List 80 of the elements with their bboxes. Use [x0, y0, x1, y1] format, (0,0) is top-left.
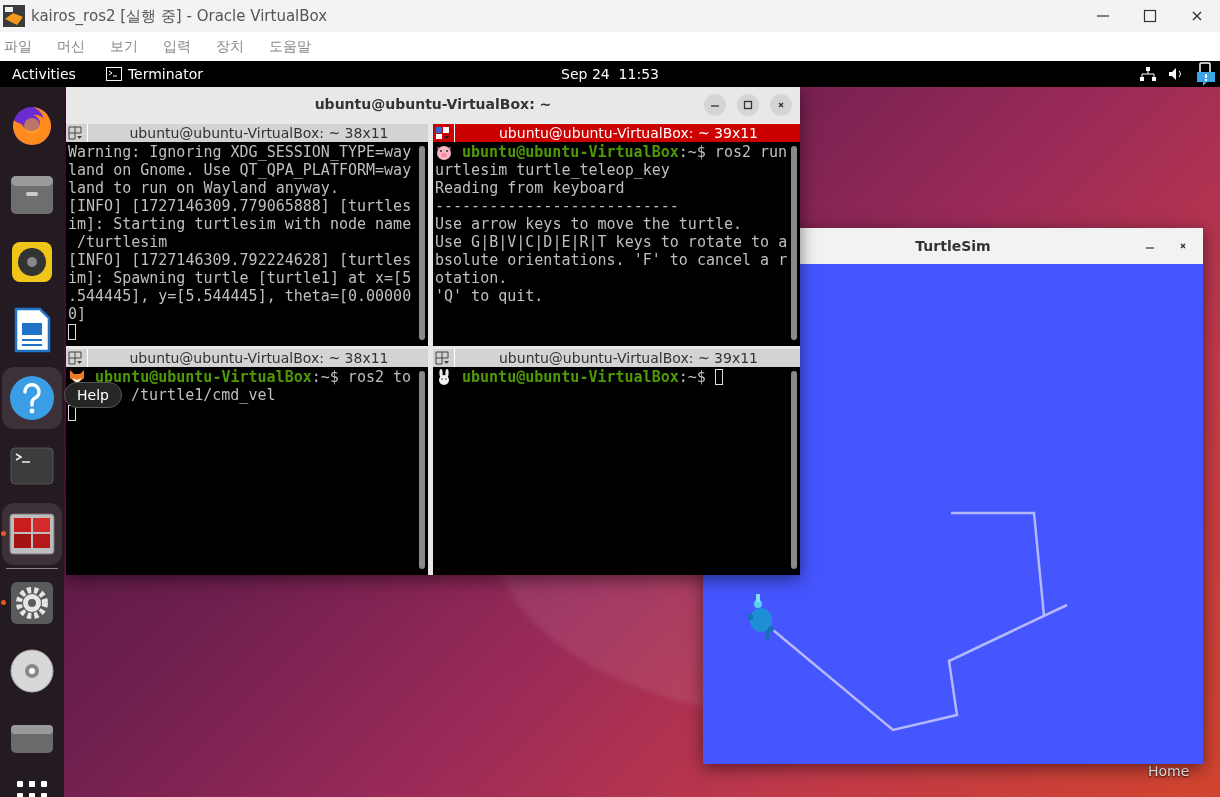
close-icon [776, 100, 786, 110]
close-button[interactable] [770, 94, 792, 116]
terminal-line: /turtle1/cmd_vel [131, 386, 276, 404]
terminal-line: im]: Spawning turtle [turtle1] at x=[5 [68, 269, 412, 287]
close-icon [1190, 9, 1204, 23]
terminal-line: --------------------------- [435, 197, 679, 215]
terminal-line: 'Q' to quit. [435, 287, 544, 305]
terminal-line: urtlesim turtle_teleop_key [435, 161, 670, 179]
window-title: ubuntu@ubuntu-VirtualBox: ~ [314, 96, 552, 112]
terminal-line: land on Gnome. Use QT_QPA_PLATFORM=way [68, 161, 412, 179]
menu-item[interactable]: 보기 [106, 37, 151, 56]
speaker-icon [10, 240, 54, 284]
menu-item[interactable]: 도움말 [265, 37, 324, 56]
pane-title: ubuntu@ubuntu-VirtualBox: ~ 39x11 [498, 350, 759, 366]
app-logo-icon [3, 5, 25, 27]
pane-header[interactable]: ubuntu@ubuntu-VirtualBox: ~ 38x11 [66, 349, 428, 367]
turtle-drawing [747, 594, 774, 640]
terminal-line: /turtlesim [76, 233, 168, 251]
terminal-command: :~$ ros2 to [311, 368, 412, 386]
scrollbar[interactable] [419, 146, 425, 340]
menu-item[interactable]: 장치 [212, 37, 257, 56]
scrollbar[interactable] [791, 371, 797, 569]
layout-grid-icon[interactable] [435, 126, 451, 140]
volume-icon[interactable] [1168, 67, 1184, 81]
text-cursor [68, 405, 76, 421]
battery-alert-icon[interactable] [1196, 61, 1216, 87]
terminal-line: Reading from keyboard [435, 179, 625, 197]
menu-item[interactable]: 머신 [53, 37, 98, 56]
browser-icon [10, 104, 54, 148]
terminal-command: :~$ [678, 368, 706, 386]
activities-button[interactable]: Activities [12, 66, 76, 82]
terminal-line: otation. [435, 269, 508, 287]
disc-icon [10, 649, 54, 693]
terminal-icon [105, 67, 122, 81]
terminal-line: .544445], y=[5.544445], theta=[0.00000 [68, 287, 412, 305]
close-icon [1178, 241, 1188, 251]
pane-header[interactable]: ubuntu@ubuntu-VirtualBox: ~ 39x11 [433, 349, 800, 367]
terminal-grid-icon [9, 513, 55, 555]
prompt-user: ubuntu@ubuntu-VirtualBox [462, 368, 679, 386]
terminal-line: [INFO] [1727146309.792224628] [turtles [68, 251, 412, 269]
maximize-icon [743, 100, 753, 110]
prompt-user: ubuntu@ubuntu-VirtualBox [462, 143, 679, 161]
pane-header[interactable]: ubuntu@ubuntu-VirtualBox: ~ 38x11 [66, 124, 428, 142]
scrollbar[interactable] [419, 371, 425, 569]
terminal-line: Use arrow keys to move the turtle. [435, 215, 743, 233]
terminal-line: [INFO] [1727146309.779065888] [turtles [68, 197, 412, 215]
pane-title: ubuntu@ubuntu-VirtualBox: ~ 39x11 [498, 125, 759, 141]
menu-item[interactable]: 입력 [159, 37, 204, 56]
maximize-icon [1143, 9, 1157, 23]
terminal-line: bsolute orientations. 'F' to cancel a r [435, 251, 788, 269]
tooltip: Help [64, 382, 122, 408]
menu-item[interactable]: 파일 [0, 37, 45, 56]
terminal-command: :~$ ros2 run [678, 143, 788, 161]
dock-item[interactable] [2, 367, 62, 429]
desktop-icon-label[interactable]: Home [1148, 763, 1190, 779]
settings-icon [10, 581, 54, 625]
scrollbar[interactable] [791, 146, 797, 340]
drive-icon [10, 724, 54, 754]
help-icon [9, 375, 55, 421]
window-title: TurtleSim [915, 238, 991, 254]
terminal-line: Warning: Ignoring XDG_SESSION_TYPE=way [68, 143, 412, 161]
fox-face-icon [68, 369, 86, 385]
pane-title: ubuntu@ubuntu-VirtualBox: ~ 38x11 [128, 125, 390, 141]
terminal-line: 0] [68, 305, 87, 323]
terminal-line: land to run on Wayland anyway. [68, 179, 339, 197]
text-cursor [68, 324, 76, 340]
clock[interactable]: Sep 24 11:53 [561, 66, 659, 82]
network-icon[interactable] [1140, 67, 1156, 81]
dock-item[interactable] [2, 503, 62, 565]
terminal-line: Use G|B|V|C|D|E|R|T keys to rotate to a [435, 233, 788, 251]
pane-header[interactable]: ubuntu@ubuntu-VirtualBox: ~ 39x11 [433, 124, 800, 142]
maximize-button[interactable] [737, 94, 759, 116]
pig-face-icon [435, 144, 453, 160]
document-icon [13, 307, 51, 353]
window-title: kairos_ros2 [실행 중] - Oracle VirtualBox [31, 6, 329, 26]
terminal-icon [10, 447, 54, 485]
terminal-line: im]: Starting turtlesim with node name [68, 215, 412, 233]
app-menu[interactable]: Terminator [127, 66, 203, 82]
pane-title: ubuntu@ubuntu-VirtualBox: ~ 38x11 [128, 350, 390, 366]
minimize-button[interactable] [704, 94, 726, 116]
